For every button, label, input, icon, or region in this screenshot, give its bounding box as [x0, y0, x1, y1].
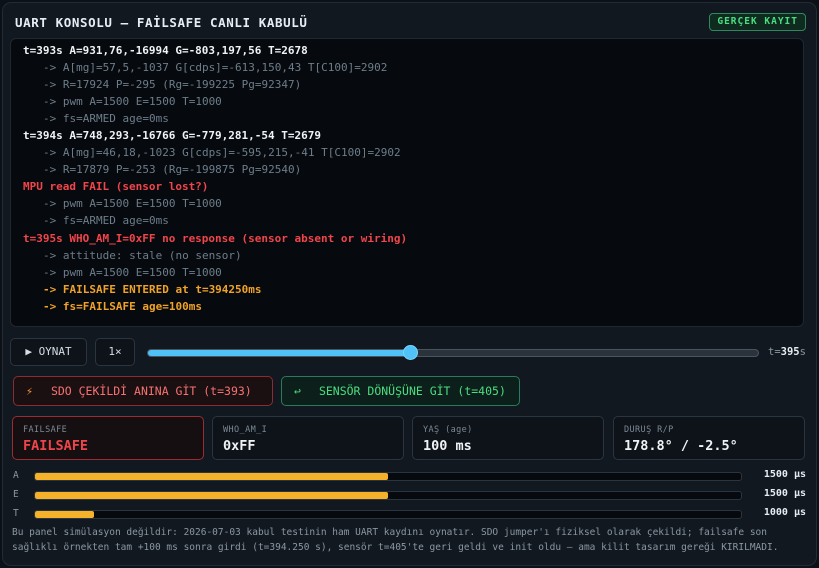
timeline-slider[interactable] [147, 345, 759, 360]
jump-sdo-label: SDO ÇEKİLDİ ANINA GİT (t=393) [50, 384, 252, 398]
timeline-slider-thumb[interactable] [403, 345, 419, 360]
pwm-bars: A 1500 µs E 1500 µs T 1000 µs [12, 469, 806, 526]
pwm-value: 1000 µs [763, 507, 806, 518]
status-card-value: 100 ms [423, 438, 472, 454]
log-line: -> FAILSAFE ENTERED at t=394250ms [43, 282, 262, 296]
page-title: UART KONSOLU — FAİLSAFE CANLI KABULÜ [15, 15, 308, 30]
time-unit: s [799, 346, 806, 358]
pwm-bar-fill [35, 492, 388, 499]
real-record-badge: GERÇEK KAYIT [709, 13, 806, 31]
time-readout: t=395s [768, 346, 806, 358]
status-card-label: WHO_AM_I [223, 425, 268, 435]
pwm-channel-label: E [13, 489, 19, 500]
log-line: -> A[mg]=57,5,-1037 G[cdps]=-613,150,43 … [43, 60, 388, 74]
status-card-label: YAŞ (age) [423, 425, 473, 435]
play-button-label: OYNAT [38, 345, 72, 358]
log-line: -> attitude: stale (no sensor) [43, 248, 242, 262]
log-line: -> fs=ARMED age=0ms [43, 214, 169, 228]
log-line: t=395s WHO_AM_I=0xFF no response (sensor… [23, 231, 408, 245]
status-card-value: 178.8° / -2.5° [624, 438, 738, 454]
pwm-bar-track [34, 510, 742, 519]
pwm-bar-fill [35, 511, 94, 518]
status-card-label: FAILSAFE [23, 425, 68, 435]
timeline-slider-fill [148, 350, 411, 356]
status-card-value: 0xFF [223, 438, 256, 454]
log-line: -> R=17879 P=-253 (Rg=-199875 Pg=92540) [43, 163, 302, 177]
status-card-who-am-i: WHO_AM_I 0xFF [212, 416, 404, 460]
log-line: -> fs=ARMED age=0ms [43, 111, 169, 125]
jump-to-sdo-pull-button[interactable]: ⚡ SDO ÇEKİLDİ ANINA GİT (t=393) [13, 376, 273, 406]
log-line: -> pwm A=1500 E=1500 T=1000 [43, 197, 222, 211]
log-line: MPU read FAIL (sensor lost?) [23, 180, 209, 194]
status-card-failsafe: FAILSAFE FAILSAFE [12, 416, 204, 460]
pwm-channel-label: A [13, 470, 19, 481]
log-line: -> pwm A=1500 E=1500 T=1000 [43, 94, 222, 108]
pwm-bar-row: A 1500 µs [12, 469, 806, 488]
log-line: -> pwm A=1500 E=1500 T=1000 [43, 265, 222, 279]
play-icon: ▶ [25, 345, 32, 358]
uart-log-console[interactable]: t=393s A=931,76,-16994 G=-803,197,56 T=2… [10, 38, 804, 327]
speed-button[interactable]: 1× [95, 338, 135, 366]
pwm-bar-fill [35, 473, 388, 480]
pwm-bar-track [34, 472, 742, 481]
status-card-age: YAŞ (age) 100 ms [412, 416, 604, 460]
status-cards: FAILSAFE FAILSAFE WHO_AM_I 0xFF YAŞ (age… [12, 416, 806, 460]
return-arrow-icon: ↩ [294, 384, 301, 398]
pwm-bar-row: T 1000 µs [12, 507, 806, 526]
log-lines: t=393s A=931,76,-16994 G=-803,197,56 T=2… [23, 42, 791, 316]
log-line: t=393s A=931,76,-16994 G=-803,197,56 T=2… [23, 43, 308, 57]
pwm-value: 1500 µs [763, 469, 806, 480]
log-line: -> A[mg]=46,18,-1023 G[cdps]=-595,215,-4… [43, 146, 401, 160]
playback-controls: ▶ OYNAT 1× t=395s [10, 338, 806, 367]
footnote: Bu panel simülasyon değildir: 2026-07-03… [12, 527, 779, 553]
log-line: -> fs=FAILSAFE age=100ms [43, 299, 202, 313]
status-card-label: DURUŞ R/P [624, 425, 674, 435]
log-line: t=394s A=748,293,-16766 G=-779,281,-54 T… [23, 128, 322, 142]
time-value: 395 [780, 346, 800, 358]
jump-sensor-label: SENSÖR DÖNÜŞÜNE GİT (t=405) [318, 384, 506, 398]
lightning-icon: ⚡ [26, 384, 33, 398]
log-line: -> R=17924 P=-295 (Rg=-199225 Pg=92347) [43, 77, 302, 91]
play-button[interactable]: ▶ OYNAT [10, 338, 87, 366]
status-card-value: FAILSAFE [23, 438, 89, 454]
status-card-attitude: DURUŞ R/P 178.8° / -2.5° [613, 416, 805, 460]
pwm-value: 1500 µs [763, 488, 806, 499]
pwm-bar-track [34, 491, 742, 500]
jump-to-sensor-return-button[interactable]: ↩ SENSÖR DÖNÜŞÜNE GİT (t=405) [281, 376, 520, 406]
pwm-channel-label: T [13, 508, 19, 519]
pwm-bar-row: E 1500 µs [12, 488, 806, 507]
